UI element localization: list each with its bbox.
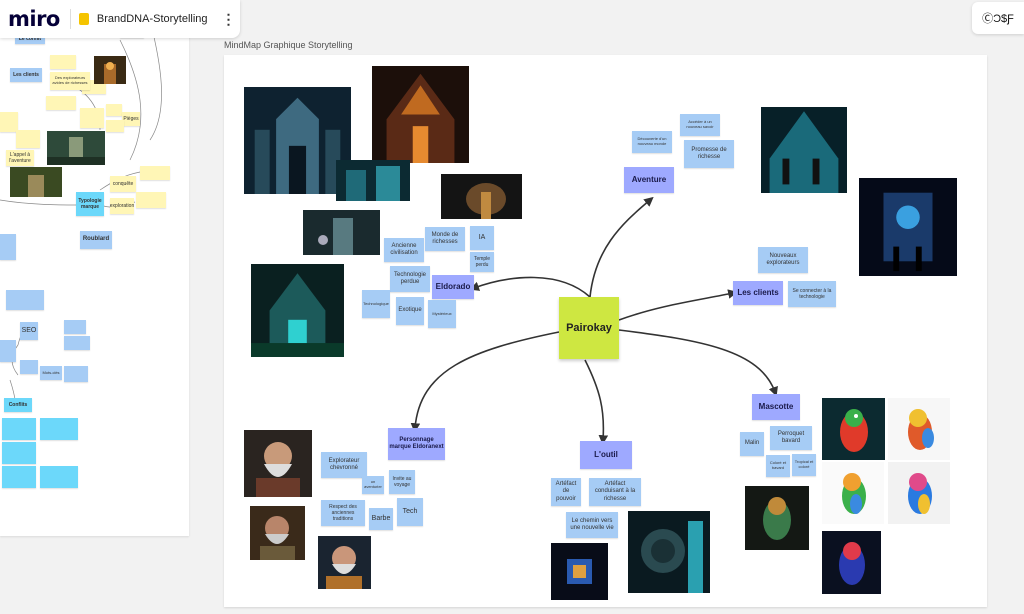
left-note[interactable]: [64, 336, 90, 350]
branch-outil[interactable]: L'outil: [580, 441, 632, 469]
explorers-illustration[interactable]: [303, 210, 380, 255]
left-sticky[interactable]: [46, 96, 76, 110]
temple-illustration[interactable]: [371, 66, 470, 163]
left-sticky[interactable]: [0, 112, 18, 132]
left-sticky[interactable]: [106, 120, 124, 132]
left-sticky[interactable]: [136, 192, 166, 208]
board-menu-icon[interactable]: ⋮: [222, 11, 236, 28]
note-explorateur[interactable]: Explorateur chevronné: [321, 452, 367, 478]
left-thumb-image[interactable]: [47, 131, 105, 165]
jungle-temple-illustration[interactable]: [251, 264, 344, 357]
note-promesse[interactable]: Promesse de richesse: [684, 140, 734, 168]
note-malin[interactable]: Malin: [740, 432, 764, 456]
collaborators-label: ⒸƆ$Ƒ: [982, 13, 1014, 25]
left-note-clients[interactable]: Les clients: [10, 68, 42, 82]
note-coloree[interactable]: Coloré et bavard: [766, 455, 790, 477]
cave-illustration[interactable]: [441, 174, 522, 219]
explorers-temple-illustration[interactable]: [760, 107, 848, 193]
temple-illustration[interactable]: [244, 87, 351, 194]
parrot-illustration[interactable]: [822, 398, 885, 460]
parrot-illustration[interactable]: [888, 462, 950, 524]
note-artefact-pouvoir[interactable]: Artéfact de pouvoir: [551, 478, 581, 506]
note-chemin[interactable]: Le chemin vers une nouvelle vie: [566, 512, 618, 538]
left-frame[interactable]: Le conflit Les clients Des explorateurs …: [0, 0, 189, 536]
note-mysterieux[interactable]: Mystérieux: [428, 300, 456, 328]
branch-eldorado[interactable]: Eldorado: [432, 275, 474, 299]
left-note-exploration[interactable]: exploration: [110, 198, 134, 214]
note-decouverte[interactable]: Découverte d'un nouveau monde: [632, 131, 672, 153]
note-monde[interactable]: Monde de richesses: [425, 227, 465, 251]
miro-logo[interactable]: miro: [8, 7, 60, 31]
left-note[interactable]: [2, 466, 36, 488]
note-perroquet[interactable]: Perroquet bavard: [770, 426, 812, 450]
note-exotique[interactable]: Exotique: [396, 297, 424, 325]
temple-adventurers-illustration[interactable]: [859, 178, 957, 276]
left-sticky[interactable]: [106, 104, 122, 116]
left-note[interactable]: [40, 418, 78, 440]
note-acceder[interactable]: Accéder à un nouveau savoir: [680, 114, 720, 136]
parrot-illustration[interactable]: [822, 531, 881, 594]
collaborators-widget[interactable]: ⒸƆ$Ƒ: [972, 2, 1024, 34]
board-title[interactable]: BrandDNA-Storytelling: [97, 13, 208, 25]
left-note-explorateurs[interactable]: Des explorateurs avides de richesses: [50, 72, 90, 90]
character-portrait[interactable]: [250, 506, 305, 560]
note-barbe[interactable]: Barbe: [369, 508, 393, 530]
left-thumb-image[interactable]: [94, 56, 126, 84]
note-tropical[interactable]: Tropical et coloré: [792, 454, 816, 476]
character-portrait[interactable]: [244, 430, 312, 497]
left-note-roublard[interactable]: Roublard: [80, 231, 112, 249]
left-sticky[interactable]: [16, 130, 40, 148]
left-note[interactable]: [64, 320, 86, 334]
board-header: miro BrandDNA-Storytelling ⋮: [0, 0, 240, 38]
left-note-typologie[interactable]: Typologie marque: [76, 192, 104, 216]
parrot-illustration[interactable]: [888, 398, 950, 460]
left-note[interactable]: [64, 366, 88, 382]
left-note-appel[interactable]: L'appel à l'aventure: [6, 150, 34, 166]
character-portrait[interactable]: [318, 536, 371, 589]
left-sticky[interactable]: [50, 55, 76, 69]
parrot-illustration[interactable]: [745, 486, 809, 550]
note-artefact-richesse[interactable]: Artéfact conduisant à la richesse: [589, 478, 641, 506]
left-note-conquete[interactable]: conquête: [110, 176, 136, 192]
branch-clients[interactable]: Les clients: [733, 281, 783, 305]
left-note[interactable]: [40, 466, 78, 488]
note-tech[interactable]: Tech: [397, 498, 423, 526]
ruins-illustration[interactable]: [336, 160, 410, 201]
note-respect[interactable]: Respect des anciennes traditions: [321, 500, 365, 526]
left-note-mots[interactable]: Mots-clés: [40, 366, 62, 380]
left-thumb-image[interactable]: [10, 167, 62, 197]
left-note-seo[interactable]: SEO: [20, 322, 38, 340]
branch-aventure[interactable]: Aventure: [624, 167, 674, 193]
note-technologique[interactable]: Technologique: [362, 290, 390, 318]
note-technologie[interactable]: Technologie perdue: [390, 266, 430, 292]
note-invite[interactable]: Invite au voyage: [389, 470, 415, 494]
note-connecter[interactable]: Se connecter à la technologie: [788, 281, 836, 307]
left-note[interactable]: [0, 234, 16, 260]
branch-mascotte[interactable]: Mascotte: [752, 394, 800, 420]
note-un-aventurier[interactable]: un aventurier: [362, 476, 384, 494]
left-note[interactable]: [6, 290, 44, 310]
branch-personnage[interactable]: Personnage marque Eldoranext: [388, 428, 445, 460]
parrot-illustration[interactable]: [822, 462, 884, 524]
left-note-pieges[interactable]: Pièges: [122, 112, 140, 126]
note-temple[interactable]: Temple perdu: [470, 252, 494, 272]
left-sticky[interactable]: [80, 108, 104, 128]
artifact-illustration[interactable]: [551, 543, 608, 600]
note-ia[interactable]: IA: [470, 226, 494, 250]
board-icon: [78, 13, 89, 25]
frame-title[interactable]: MindMap Graphique Storytelling: [224, 40, 353, 50]
left-note[interactable]: [0, 340, 16, 362]
central-topic[interactable]: Pairokay: [559, 297, 619, 359]
left-note[interactable]: [2, 418, 36, 440]
note-nouveaux[interactable]: Nouveaux explorateurs: [758, 247, 808, 273]
left-note[interactable]: [20, 360, 38, 374]
note-ancienne[interactable]: Ancienne civilisation: [384, 238, 424, 262]
left-note-conflits[interactable]: Conflits: [4, 398, 32, 412]
left-note[interactable]: [2, 442, 36, 464]
glyph-door-illustration[interactable]: [628, 511, 710, 593]
left-sticky[interactable]: [140, 166, 170, 180]
divider: [69, 9, 71, 29]
